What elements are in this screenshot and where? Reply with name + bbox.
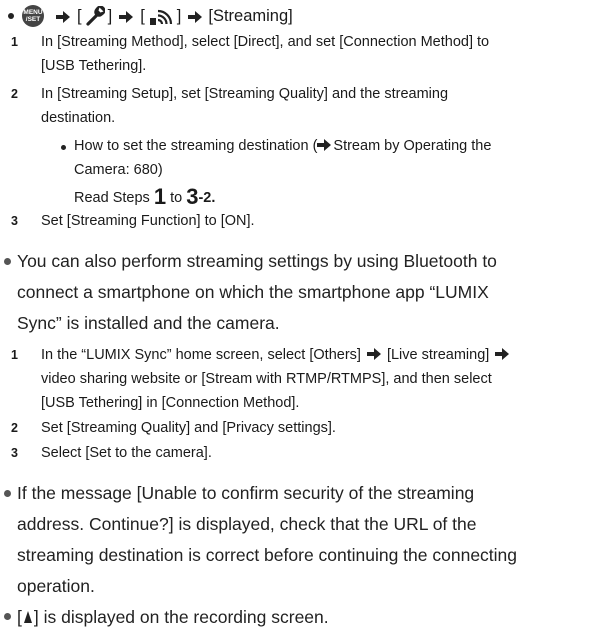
menu-item-streaming: [Streaming] [208, 6, 293, 25]
sub-note-text[interactable]: Camera: 680) [74, 158, 163, 182]
read-steps-text: to [166, 190, 187, 206]
step-number: 3 [11, 214, 18, 228]
step-number: 2 [11, 87, 18, 101]
read-steps-text: Read Steps [74, 190, 154, 206]
step-number: 1 [11, 35, 18, 49]
step-text: In [Streaming Setup], set [Streaming Qua… [41, 86, 449, 102]
streaming-status-icon [23, 611, 32, 623]
step-text: destination. [41, 110, 116, 126]
bullet-text: If the message [Unable to confirm securi… [17, 483, 475, 503]
step-text: Set [Streaming Function] to [ON]. [41, 213, 255, 229]
bullet-text: operation. [17, 576, 95, 596]
step-ref-suffix: -2. [198, 190, 216, 206]
bullet-dot [4, 490, 11, 497]
bullet-dot [4, 258, 11, 265]
step-text: video sharing website or [Stream with RT… [41, 371, 492, 387]
menu-set-button-icon: MENU/SET [22, 5, 44, 27]
arrow-right-icon [495, 348, 509, 360]
step-text: [USB Tethering] in [Connection Method]. [41, 395, 300, 411]
step-number: 1 [11, 348, 18, 362]
step-text: Set [Streaming Quality] and [Privacy set… [41, 420, 336, 436]
bullet-text: You can also perform streaming settings … [17, 251, 497, 271]
wrench-setup-icon [85, 6, 105, 26]
bullet-text: [ [17, 607, 22, 627]
sub-bullet-dot [61, 145, 66, 150]
step-number: 3 [11, 446, 18, 460]
step-line: In the “LUMIX Sync” home screen, select … [41, 343, 515, 367]
bullet-dot [8, 13, 14, 19]
wireless-connection-icon [149, 9, 172, 25]
bullet-text: streaming destination is correct before … [17, 545, 518, 565]
arrow-right-icon [367, 348, 381, 360]
step-text: In the “LUMIX Sync” home screen, select … [41, 347, 361, 363]
arrow-right-icon [119, 11, 133, 23]
step-text: [Live streaming] [386, 347, 490, 363]
sub-note-line: How to set the streaming destination ( St… [74, 134, 491, 158]
cross-reference-link[interactable]: Stream by Operating the [333, 138, 491, 154]
step-text: [USB Tethering]. [41, 58, 147, 74]
read-steps-line: Read Steps 1 to 3-2. [74, 183, 215, 210]
sub-note-text: How to set the streaming destination ( [74, 138, 318, 154]
bullet-text: address. Continue?] is displayed, check … [17, 514, 477, 534]
arrow-right-icon [317, 139, 331, 151]
arrow-right-icon [56, 11, 70, 23]
step-text: In [Streaming Method], select [Direct], … [41, 34, 490, 50]
bullet-text: Sync” is installed and the camera. [17, 313, 280, 333]
bullet-text: ] is displayed on the recording screen. [33, 607, 329, 627]
bullet-text-line: [ ] is displayed on the recording screen. [17, 602, 329, 633]
bullet-text: connect a smartphone on which the smartp… [17, 282, 489, 302]
step-text: Select [Set to the camera]. [41, 445, 212, 461]
step-ref-number: 1 [153, 184, 167, 209]
bullet-dot [4, 613, 11, 620]
step-number: 2 [11, 421, 18, 435]
step-ref-number: 3 [186, 184, 199, 209]
menu-path: MENU/SET [ ] [ ] [Streaming] [6, 1, 293, 31]
arrow-right-icon [188, 11, 202, 23]
